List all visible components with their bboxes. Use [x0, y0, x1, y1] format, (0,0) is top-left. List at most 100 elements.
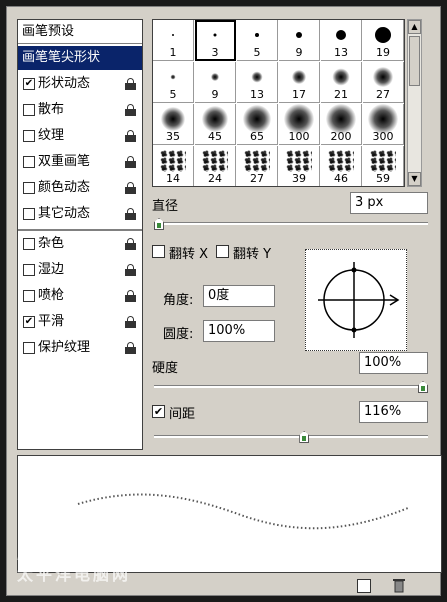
setting-checkbox[interactable]	[23, 238, 35, 250]
lock-icon[interactable]	[125, 208, 136, 220]
brush-presets-header[interactable]: 画笔预设	[18, 20, 142, 44]
setting-checkbox[interactable]	[23, 264, 35, 276]
spacing-field[interactable]: 116%	[359, 401, 428, 423]
brush-preset[interactable]: 45	[195, 104, 236, 145]
brush-preset[interactable]: 5	[153, 62, 194, 103]
setting-checkbox[interactable]: ✔	[23, 78, 35, 90]
brush-grid-scrollbar[interactable]: ▲ ▼	[407, 19, 422, 187]
brush-preset[interactable]: 46	[321, 146, 362, 186]
brush-preset[interactable]: 19	[363, 20, 404, 61]
brush-size-label: 300	[372, 130, 394, 143]
brush-tip-icon	[286, 150, 312, 172]
brush-tip-icon	[328, 150, 354, 172]
spacing-slider[interactable]	[154, 431, 428, 443]
diameter-slider-knob[interactable]	[154, 218, 164, 230]
lock-icon[interactable]	[125, 130, 136, 142]
setting-item[interactable]: 喷枪	[18, 284, 142, 308]
setting-item[interactable]: 双重画笔	[18, 150, 142, 174]
scroll-thumb[interactable]	[409, 36, 420, 86]
brush-preset[interactable]: 27	[237, 146, 278, 186]
hardness-slider[interactable]	[154, 381, 428, 393]
brush-size-label: 21	[334, 88, 348, 101]
setting-checkbox[interactable]	[23, 130, 35, 142]
lock-icon[interactable]	[125, 316, 136, 328]
brush-preset[interactable]: 9	[195, 62, 236, 103]
hardness-field[interactable]: 100%	[359, 352, 428, 374]
setting-checkbox[interactable]	[23, 182, 35, 194]
scroll-down-arrow[interactable]: ▼	[408, 172, 421, 186]
brush-preset[interactable]: 39	[279, 146, 320, 186]
brush-tip-icon	[160, 150, 186, 172]
setting-item[interactable]: 其它动态	[18, 202, 142, 226]
angle-roundness-widget[interactable]	[305, 249, 407, 351]
scroll-up-arrow[interactable]: ▲	[408, 20, 421, 34]
lock-icon[interactable]	[125, 78, 136, 90]
setting-checkbox[interactable]	[23, 342, 35, 354]
setting-checkbox[interactable]	[23, 156, 35, 168]
lock-icon[interactable]	[125, 156, 136, 168]
roundness-field[interactable]: 100%	[203, 320, 275, 342]
new-brush-icon[interactable]	[357, 579, 371, 593]
setting-checkbox[interactable]	[23, 208, 35, 220]
setting-label: 其它动态	[38, 206, 91, 221]
angle-label: 角度:	[163, 293, 194, 308]
spacing-checkbox[interactable]: ✔	[152, 405, 165, 418]
setting-item[interactable]: 纹理	[18, 124, 142, 148]
lock-icon[interactable]	[125, 238, 136, 250]
brush-tip-icon	[296, 32, 302, 38]
flip-x-checkbox[interactable]	[152, 245, 165, 258]
lock-icon[interactable]	[125, 290, 136, 302]
spacing-slider-knob[interactable]	[299, 431, 310, 443]
brush-tip-icon	[161, 107, 185, 131]
hardness-slider-knob[interactable]	[418, 381, 428, 393]
brush-preset[interactable]: 100	[279, 104, 320, 145]
setting-label: 湿边	[38, 262, 65, 277]
brush-preset[interactable]: 59	[363, 146, 404, 186]
setting-item[interactable]: ✔ 形状动态	[18, 72, 142, 96]
brush-panel: 画笔预设 画笔笔尖形状 ✔ 形状动态 散布 纹理双重画笔颜色动态其它动态杂色湿边喷枪 ✔ 平滑…	[6, 6, 442, 596]
watermark: PConline.com.cn 太平洋电脑网	[17, 541, 204, 585]
brush-preset[interactable]: 1	[153, 20, 194, 61]
brush-preset[interactable]: 14	[153, 146, 194, 186]
setting-item[interactable]: 湿边	[18, 258, 142, 282]
setting-item[interactable]: ✔ 平滑	[18, 310, 142, 334]
brush-preset[interactable]: 300	[363, 104, 404, 145]
diameter-field[interactable]: 3 px	[350, 192, 428, 214]
lock-icon[interactable]	[125, 104, 136, 116]
brush-size-label: 45	[208, 130, 222, 143]
brush-preset[interactable]: 200	[321, 104, 362, 145]
lock-icon[interactable]	[125, 264, 136, 276]
brush-size-label: 14	[166, 172, 180, 185]
brush-preset[interactable]: 13	[237, 62, 278, 103]
brush-preset[interactable]: 21	[321, 62, 362, 103]
brush-preset[interactable]: 3	[195, 20, 236, 61]
brush-preset[interactable]: 5	[237, 20, 278, 61]
setting-checkbox[interactable]	[23, 104, 35, 116]
diameter-label: 直径	[152, 199, 179, 214]
brush-preset[interactable]: 65	[237, 104, 278, 145]
setting-item[interactable]: 保护纹理	[18, 336, 142, 360]
brush-preset[interactable]: 13	[321, 20, 362, 61]
lock-icon[interactable]	[125, 182, 136, 194]
setting-item[interactable]: 画笔笔尖形状	[18, 46, 142, 70]
lock-icon[interactable]	[125, 342, 136, 354]
diameter-slider[interactable]	[154, 218, 428, 230]
brush-preset[interactable]: 35	[153, 104, 194, 145]
flip-y-checkbox[interactable]	[216, 245, 229, 258]
brush-preset[interactable]: 17	[279, 62, 320, 103]
brush-tip-icon	[213, 33, 217, 37]
brush-preset[interactable]: 27	[363, 62, 404, 103]
setting-checkbox[interactable]	[23, 290, 35, 302]
setting-label: 保护纹理	[38, 340, 91, 355]
setting-checkbox[interactable]: ✔	[23, 316, 35, 328]
trash-icon[interactable]	[392, 578, 406, 593]
brush-tip-icon	[255, 33, 259, 37]
setting-item[interactable]: 散布	[18, 98, 142, 122]
setting-item[interactable]: 颜色动态	[18, 176, 142, 200]
angle-field[interactable]: 0度	[203, 285, 275, 307]
brush-tip-icon	[370, 150, 396, 172]
setting-item[interactable]: 杂色	[18, 232, 142, 256]
brush-preset[interactable]: 9	[279, 20, 320, 61]
brush-preset[interactable]: 24	[195, 146, 236, 186]
setting-label: 双重画笔	[38, 154, 91, 169]
